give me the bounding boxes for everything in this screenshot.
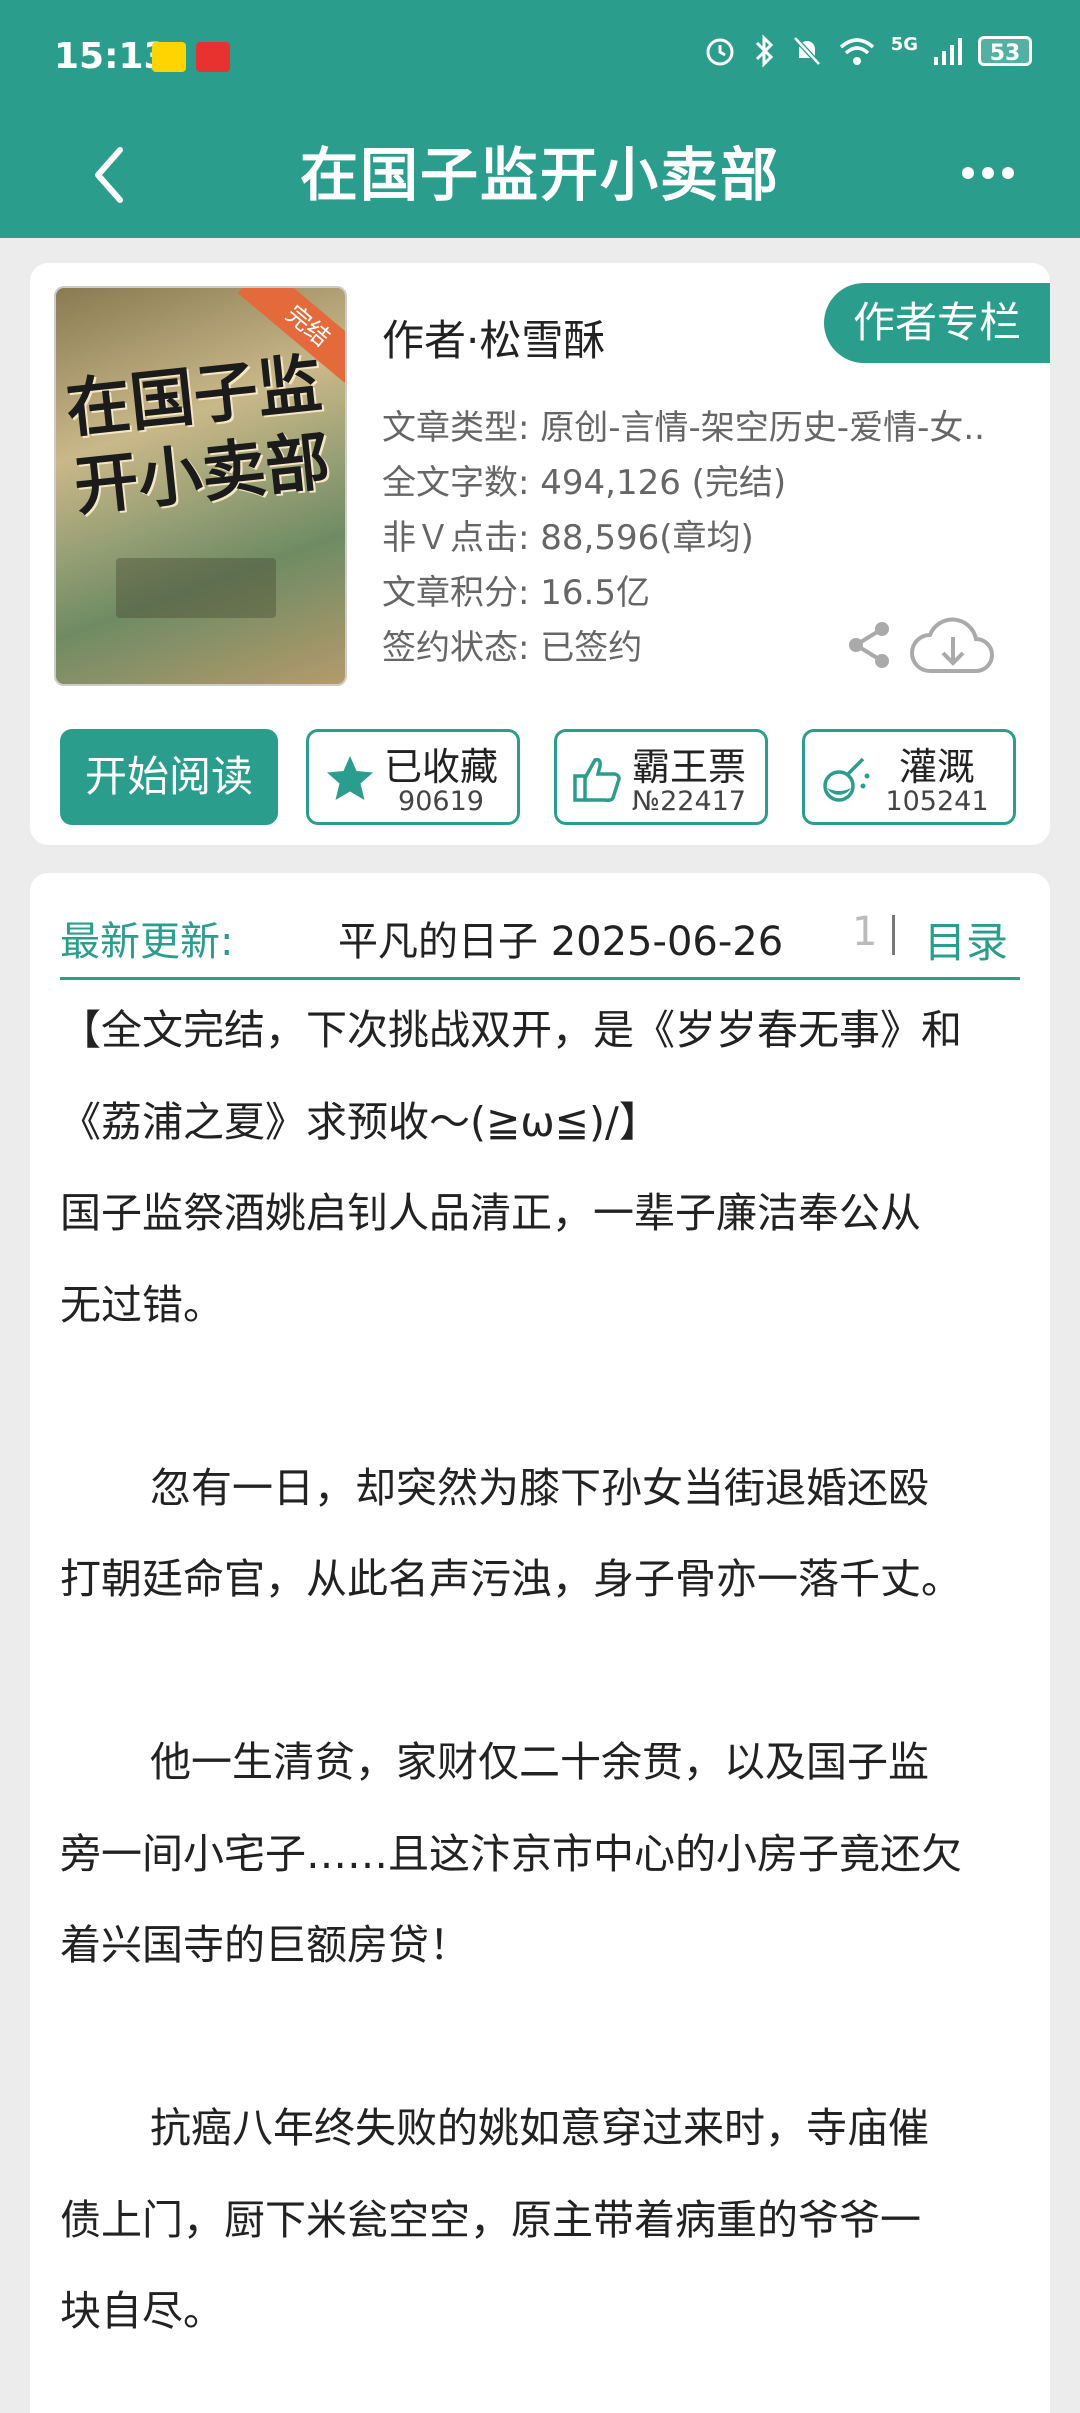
- latest-update-label: 最新更新:: [60, 919, 234, 965]
- status-bar: 15:13 5G 53: [0, 0, 1080, 118]
- nutrient-label: 灌溉: [898, 745, 975, 789]
- nutrient-button[interactable]: 灌溉 105241: [802, 729, 1016, 825]
- collect-count: 90619: [398, 786, 484, 817]
- ticket-count: №22417: [632, 786, 746, 817]
- latest-update-value: 平凡的日子 2025-06-26: [338, 919, 784, 965]
- latest-update-overflow: 1: [852, 909, 878, 955]
- intro-line: 债上门，厨下米瓮空空，原主带着病重的爷爷一: [60, 2195, 921, 2244]
- book-cover[interactable]: 在国子监开小卖部 完结: [54, 286, 347, 686]
- app-header: 15:13 5G 53 在国子监开小卖部: [0, 0, 1080, 238]
- ticket-label: 霸王票: [631, 745, 746, 789]
- more-icon[interactable]: [962, 148, 1032, 198]
- app-notification-icon-2: [196, 42, 230, 72]
- page-title: 在国子监开小卖部: [299, 141, 780, 209]
- intro-line: 抗癌八年终失败的姚如意穿过来时，寺庙催: [150, 2104, 929, 2152]
- divider: [60, 977, 1020, 980]
- signal-icon: [934, 38, 962, 65]
- intro-line: 着兴国寺的巨额房贷！: [60, 1921, 470, 1969]
- meta-clicks: 非Ｖ点击: 88,596(章均): [382, 518, 754, 558]
- cover-decoration: [116, 558, 276, 618]
- nav-bar: 在国子监开小卖部: [0, 118, 1080, 238]
- wifi-icon: [839, 38, 874, 65]
- nutrient-count: 105241: [885, 786, 989, 817]
- intro-line: 他一生清贫，家财仅二十余贯，以及国子监: [150, 1738, 929, 1786]
- author-name[interactable]: 作者·松雪酥: [382, 307, 605, 368]
- intro-line: 旁一间小宅子……且这汴京市中心的小房子竟还欠: [60, 1829, 962, 1878]
- intro-card: 最新更新: 平凡的日子 2025-06-26 1 目录 【全文完结，下次挑战双开…: [30, 873, 1050, 2413]
- intro-line: 《荔浦之夏》求预收～(≧ω≦)/】: [60, 1097, 660, 1146]
- collect-label: 已收藏: [383, 745, 498, 789]
- ticket-button[interactable]: 霸王票 №22417: [554, 729, 768, 825]
- intro-line: 块自尽。: [60, 2287, 224, 2335]
- battery-icon: 53: [978, 36, 1032, 66]
- mute-icon: [792, 36, 821, 66]
- meta-genre: 文章类型: 原创-言情-架空历史-爱情-女..: [382, 408, 985, 448]
- network-type: 5G: [890, 33, 918, 55]
- share-icon[interactable]: [840, 615, 900, 675]
- collect-button[interactable]: 已收藏 90619: [306, 729, 520, 825]
- intro-line: 无过错。: [60, 1280, 224, 1329]
- cover-title: 在国子监开小卖部: [62, 346, 334, 526]
- intro-line: 打朝廷命官，从此名声污浊，身子骨亦一落千丈。: [60, 1555, 962, 1603]
- action-row: 开始阅读 已收藏 90619 霸王票 №22417 灌溉 105241: [60, 729, 1020, 825]
- start-reading-button[interactable]: 开始阅读: [60, 729, 278, 825]
- book-info-card: 在国子监开小卖部 完结 作者·松雪酥 作者专栏 文章类型: 原创-言情-架空历史…: [30, 263, 1050, 845]
- bluetooth-icon: [755, 34, 773, 68]
- book-intro: 【全文完结，下次挑战双开，是《岁岁春无事》和 《荔浦之夏》求预收～(≧ω≦)/】…: [60, 985, 1020, 2358]
- alarm-icon: [706, 38, 734, 66]
- latest-update-row[interactable]: 最新更新: 平凡的日子 2025-06-26 1 目录: [60, 897, 1020, 973]
- download-icon[interactable]: [910, 613, 996, 683]
- intro-line: 【全文完结，下次挑战双开，是《岁岁春无事》和: [60, 1006, 962, 1054]
- app-notification-icon: [152, 42, 186, 72]
- system-icons: 5G 53: [703, 34, 1032, 68]
- table-of-contents-link[interactable]: 目录: [924, 909, 1008, 970]
- divider: [892, 915, 895, 955]
- intro-line: 国子监祭酒姚启钊人品清正，一辈子廉洁奉公从: [60, 1189, 921, 1237]
- meta-word-count: 全文字数: 494,126 (完结): [382, 463, 787, 503]
- author-column-button[interactable]: 作者专栏: [824, 283, 1050, 363]
- intro-line: 忽有一日，却突然为膝下孙女当街退婚还殴: [150, 1463, 929, 1512]
